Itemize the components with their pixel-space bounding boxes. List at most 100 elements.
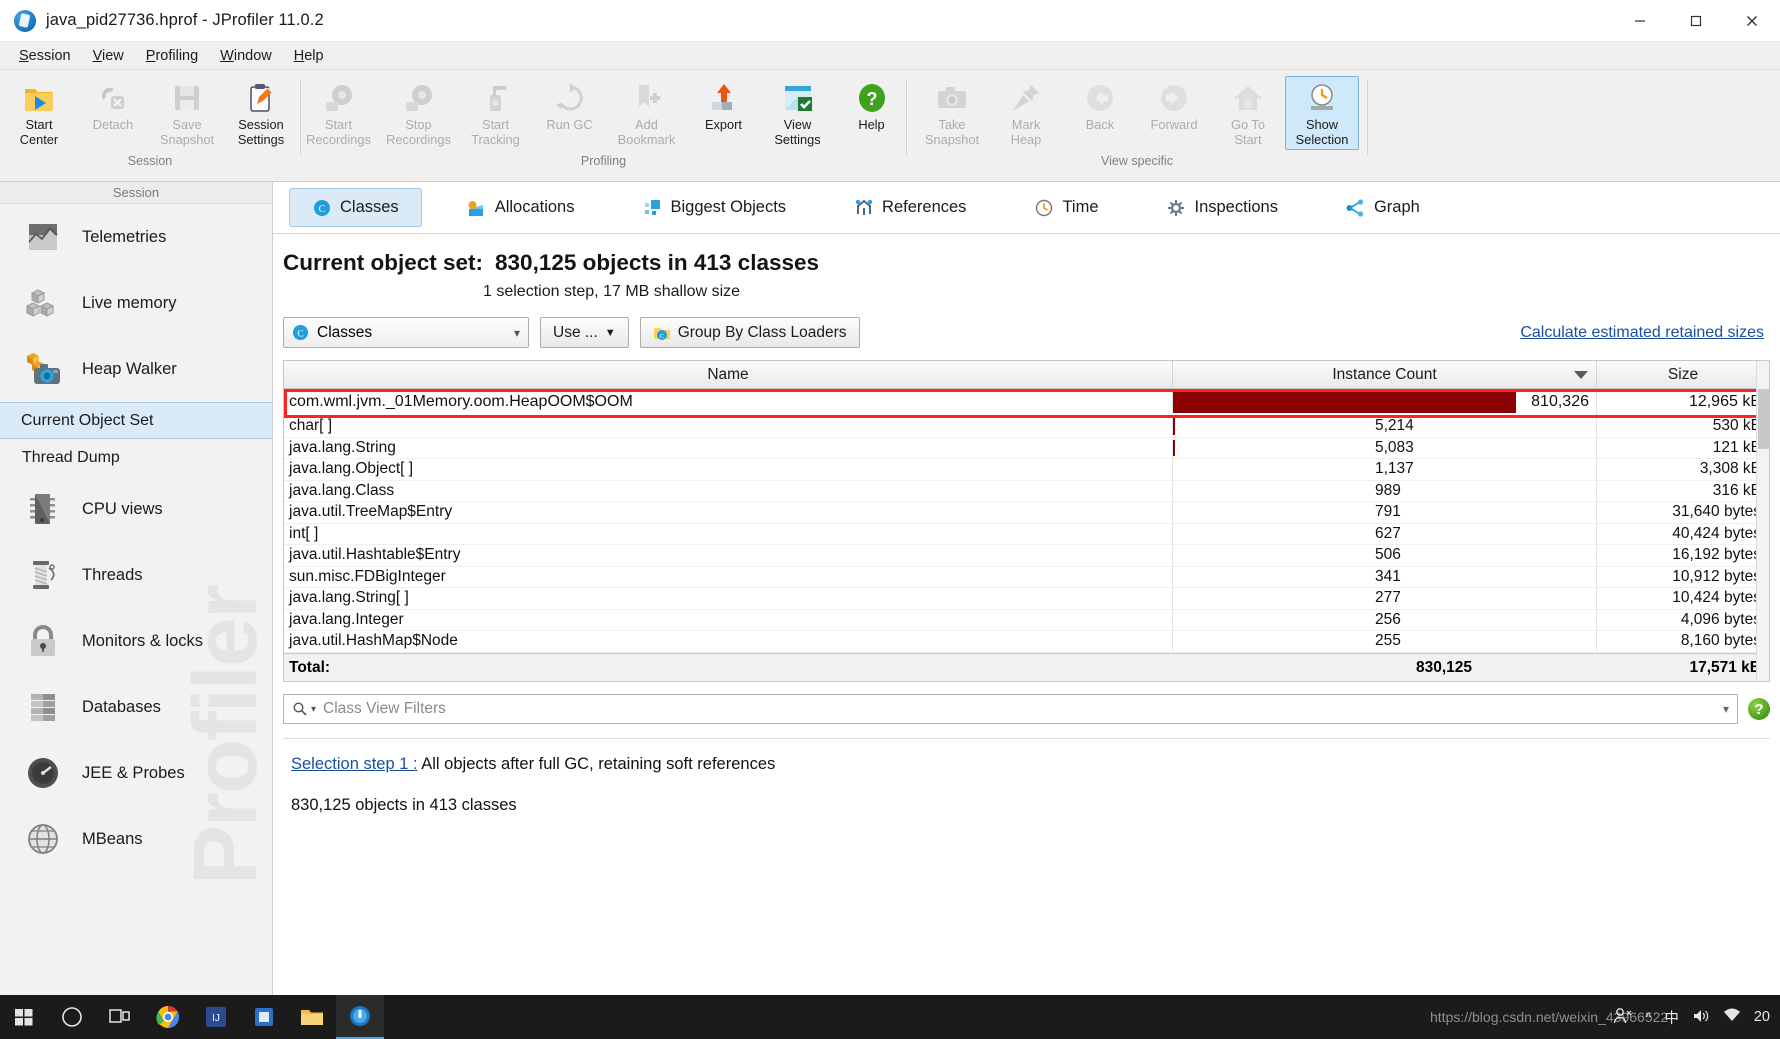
table-row[interactable]: java.lang.Integer 256 4,096 bytes <box>284 609 1769 631</box>
forward-arrow-icon <box>1157 81 1191 115</box>
sidebar-item-current-object-set[interactable]: Current Object Set <box>0 402 272 439</box>
selection-step-link[interactable]: Selection step 1 : <box>291 755 418 773</box>
group-by-class-loaders-button[interactable]: C Group By Class Loaders <box>639 317 860 348</box>
sidebar-item-monitors-locks[interactable]: Monitors & locks <box>0 608 272 674</box>
take-snapshot-button[interactable]: Take Snapshot <box>915 76 989 150</box>
column-header-instance-count[interactable]: Instance Count <box>1173 361 1597 388</box>
close-button[interactable] <box>1724 0 1780 42</box>
column-header-size[interactable]: Size <box>1597 361 1769 388</box>
sidebar-item-live-memory-label: Live memory <box>82 293 177 312</box>
table-row[interactable]: int[ ] 627 40,424 bytes <box>284 523 1769 545</box>
start-recordings-button[interactable]: Start Recordings <box>299 76 379 150</box>
tab-time[interactable]: Time <box>1011 188 1121 227</box>
cell-instance-count-value: 5,214 <box>1375 417 1414 435</box>
table-body[interactable]: com.wml.jvm._01Memory.oom.HeapOOM$OOM 81… <box>284 389 1769 653</box>
table-scrollbar[interactable] <box>1756 361 1769 681</box>
file-explorer-icon[interactable] <box>288 995 336 1039</box>
idea-icon[interactable]: IJ <box>192 995 240 1039</box>
cell-name: java.util.Hashtable$Entry <box>284 545 1173 566</box>
tab-graph[interactable]: Graph <box>1323 188 1443 227</box>
svg-text:C: C <box>318 204 325 215</box>
sidebar-item-live-memory[interactable]: Live memory <box>0 270 272 336</box>
table-row[interactable]: java.util.LinkedHashMap$Entry 228 9,120 … <box>284 652 1769 653</box>
menu-view[interactable]: View <box>82 45 135 67</box>
classes-icon: C <box>312 198 331 217</box>
cell-instance-count-value: 810,326 <box>1531 393 1589 410</box>
chevron-down-icon[interactable]: ▾ <box>1723 702 1729 716</box>
column-header-name[interactable]: Name <box>284 361 1173 388</box>
network-icon[interactable] <box>1723 1008 1741 1027</box>
tab-inspections[interactable]: Inspections <box>1144 188 1301 227</box>
tab-references[interactable]: References <box>831 188 989 227</box>
start-center-button[interactable]: Start Center <box>2 76 76 150</box>
table-row[interactable]: sun.misc.FDBigInteger 341 10,912 bytes <box>284 566 1769 588</box>
show-selection-button[interactable]: Show Selection <box>1285 76 1359 150</box>
clock[interactable]: 20 <box>1754 1009 1770 1025</box>
maximize-button[interactable] <box>1668 0 1724 42</box>
menu-help[interactable]: Help <box>283 45 335 67</box>
table-row[interactable]: char[ ] 5,214 530 kB <box>284 416 1769 438</box>
app-blue-icon[interactable] <box>240 995 288 1039</box>
table-row[interactable]: java.lang.String[ ] 277 10,424 bytes <box>284 588 1769 610</box>
sidebar-item-jee-probes[interactable]: JEE & Probes <box>0 740 272 806</box>
menu-profiling[interactable]: Profiling <box>135 45 209 67</box>
filter-dropdown-caret[interactable]: ▾ <box>311 704 316 715</box>
detach-button[interactable]: Detach <box>76 76 150 136</box>
minimize-button[interactable] <box>1612 0 1668 42</box>
tab-classes[interactable]: C Classes <box>289 188 422 227</box>
watermark-url: https://blog.csdn.net/weixin_43966522 <box>1430 1009 1669 1025</box>
forward-button[interactable]: Forward <box>1137 76 1211 136</box>
calculate-retained-sizes-link[interactable]: Calculate estimated retained sizes <box>1520 324 1770 342</box>
filter-help-icon[interactable]: ? <box>1748 698 1770 720</box>
help-button[interactable]: ? Help <box>835 76 909 136</box>
table-row[interactable]: java.lang.Object[ ] 1,137 3,308 kB <box>284 459 1769 481</box>
save-snapshot-button[interactable]: Save Snapshot <box>150 76 224 150</box>
use-button-label: Use ... <box>553 323 598 341</box>
task-view-icon[interactable] <box>96 995 144 1039</box>
table-scrollbar-thumb[interactable] <box>1758 389 1769 449</box>
sidebar-item-heap-walker[interactable]: Heap Walker <box>0 336 272 402</box>
tab-biggest-objects[interactable]: Biggest Objects <box>619 188 809 227</box>
sidebar-item-mbeans[interactable]: MBeans <box>0 806 272 872</box>
back-button[interactable]: Back <box>1063 76 1137 136</box>
windows-start-icon[interactable] <box>0 995 48 1039</box>
menu-session[interactable]: Session <box>8 45 82 67</box>
stop-recordings-button[interactable]: Stop Recordings <box>379 76 459 150</box>
menu-view-mnemonic: V <box>92 47 103 64</box>
run-gc-button[interactable]: Run GC <box>533 76 607 136</box>
table-row[interactable]: java.util.Hashtable$Entry 506 16,192 byt… <box>284 545 1769 567</box>
jprofiler-icon <box>14 9 36 32</box>
current-object-set-subtitle: 1 selection step, 17 MB shallow size <box>483 283 741 300</box>
table-row[interactable]: java.util.TreeMap$Entry 791 31,640 bytes <box>284 502 1769 524</box>
class-view-filter-input[interactable]: ▾ Class View Filters ▾ <box>283 694 1738 724</box>
table-row[interactable]: java.lang.String 5,083 121 kB <box>284 437 1769 459</box>
add-bookmark-button[interactable]: Add Bookmark <box>607 76 687 150</box>
cell-instance-count: 277 <box>1173 588 1597 609</box>
chrome-icon[interactable] <box>144 995 192 1039</box>
go-to-start-button[interactable]: Go To Start <box>1211 76 1285 150</box>
sidebar-item-databases[interactable]: Databases <box>0 674 272 740</box>
cortana-circle-icon[interactable] <box>48 995 96 1039</box>
tab-allocations[interactable]: Allocations <box>444 188 598 227</box>
export-button[interactable]: Export <box>687 76 761 136</box>
back-arrow-icon <box>1083 81 1117 115</box>
session-settings-button[interactable]: Session Settings <box>224 76 298 150</box>
use-button[interactable]: Use ... ▼ <box>540 317 629 348</box>
volume-icon[interactable] <box>1692 1008 1710 1027</box>
sidebar-item-thread-dump[interactable]: Thread Dump <box>0 439 272 476</box>
view-settings-button[interactable]: View Settings <box>761 76 835 150</box>
start-tracking-button[interactable]: Start Tracking <box>459 76 533 150</box>
sidebar-item-cpu-views[interactable]: CPU views <box>0 476 272 542</box>
aggregation-combo[interactable]: C Classes ▾ <box>283 317 529 348</box>
jprofiler-taskbar-icon[interactable] <box>336 995 384 1039</box>
mark-heap-button[interactable]: Mark Heap <box>989 76 1063 150</box>
sidebar-item-threads[interactable]: Threads <box>0 542 272 608</box>
sidebar-item-telemetries[interactable]: Telemetries <box>0 204 272 270</box>
table-row[interactable]: java.lang.Class 989 316 kB <box>284 480 1769 502</box>
menu-window[interactable]: Window <box>209 45 283 67</box>
menu-profiling-mnemonic: P <box>145 47 156 64</box>
table-row[interactable]: java.util.HashMap$Node 255 8,160 bytes <box>284 631 1769 653</box>
table-row[interactable]: com.wml.jvm._01Memory.oom.HeapOOM$OOM 81… <box>284 389 1769 416</box>
svg-text:C: C <box>660 333 664 340</box>
cell-name: java.lang.String <box>284 437 1173 458</box>
